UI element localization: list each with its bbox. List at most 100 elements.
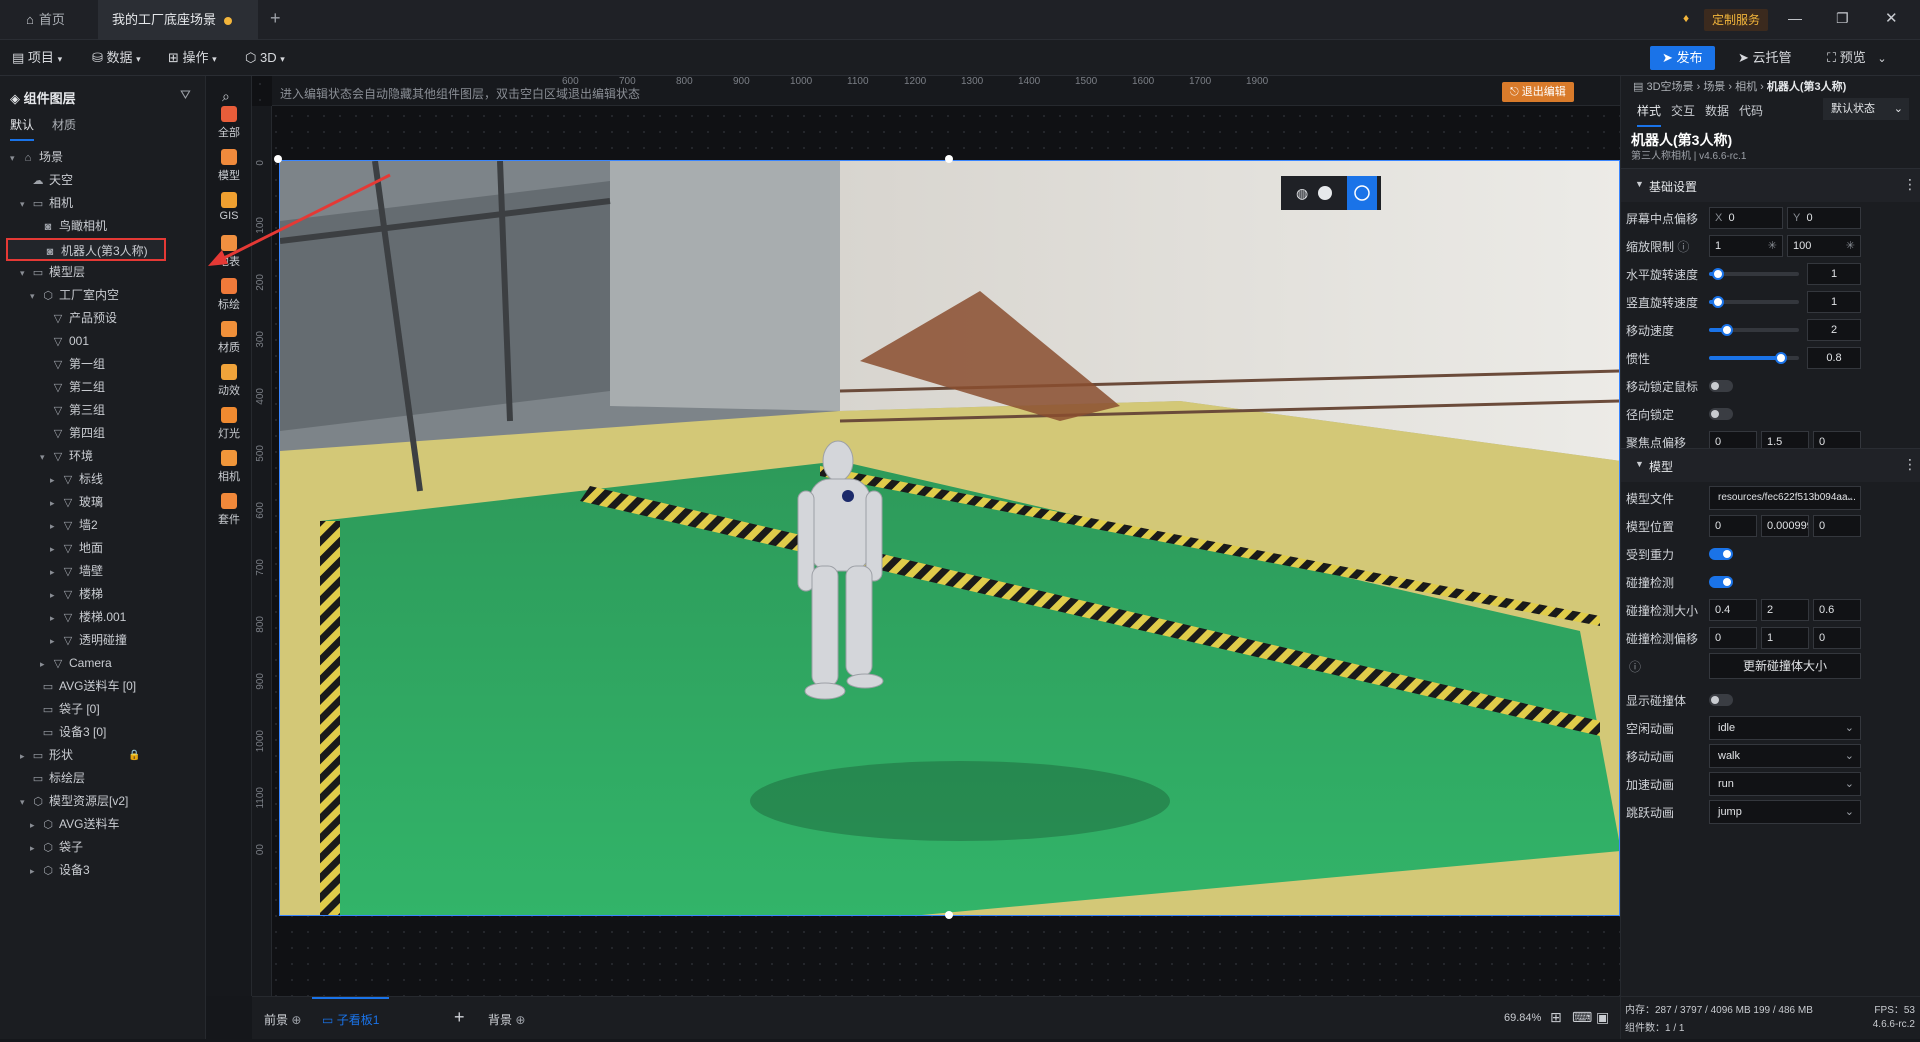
tab-data[interactable]: 数据 [1705,102,1729,119]
tool-0[interactable]: 全部 [206,106,252,140]
tree-item[interactable]: ▾ ⬡ 模型资源层[v2] [0,790,206,813]
model-pos-y[interactable]: 0.0009999 [1761,515,1809,537]
collision-offset-z[interactable]: 0 [1813,627,1861,649]
globe-icon[interactable]: ◍ [1296,185,1308,201]
breadcrumb-item[interactable]: 场景 [1703,81,1725,93]
menu-data[interactable]: ⛁ 数据 ▾ [92,40,141,76]
radial-lock-toggle[interactable] [1709,408,1733,420]
tree-item[interactable]: ▾ ▭ 模型层 [0,261,206,284]
sphere-icon[interactable] [1318,186,1332,200]
caret-icon[interactable]: ▸ [20,745,30,768]
caret-icon[interactable]: ▸ [50,538,60,561]
caret-icon[interactable]: ▾ [30,285,40,308]
tree-item[interactable]: ▽ 第二组 [0,376,206,399]
tool-7[interactable]: 灯光 [206,407,252,441]
handle-bottom[interactable] [945,911,953,919]
handle-top-left[interactable] [274,155,282,163]
tree-item[interactable]: ▸ ⬡ 袋子 [0,836,206,859]
zoom-limit-min[interactable]: 1 ✳ [1709,235,1783,257]
breadcrumb-item[interactable]: 相机 [1735,81,1757,93]
tab-default[interactable]: 默认 [10,116,35,141]
background-tab[interactable]: 背景 ⊕ [488,1011,525,1028]
tab-home[interactable]: ⌂ 首页 [12,0,79,40]
caret-icon[interactable]: ▸ [50,561,60,584]
section-basic[interactable]: ▼ 基础设置 ⋮ [1621,168,1920,202]
custom-service-button[interactable]: 定制服务 [1704,9,1769,31]
tree-item[interactable]: ▽ 001 [0,330,206,353]
tool-9[interactable]: 套件 [206,493,252,527]
tree-item[interactable]: ▸ ⬡ 设备3 [0,859,206,882]
preview-button[interactable]: ⛶ 预览 ⌄ [1827,40,1887,76]
accel-anim-select[interactable]: run ⌄ [1709,772,1861,796]
subpanel-tab[interactable]: ▭ 子看板1 [312,997,390,1040]
tree-item[interactable]: ▽ 第四组 [0,422,206,445]
publish-button[interactable]: ➤ 发布 [1650,46,1715,70]
idle-anim-select[interactable]: idle ⌄ [1709,716,1861,740]
more-icon[interactable]: ⋮ [1903,456,1917,473]
move-anim-select[interactable]: walk ⌄ [1709,744,1861,768]
caret-icon[interactable]: ▸ [50,515,60,538]
exit-edit-button[interactable]: ⎋ 退出编辑 [1502,82,1574,102]
lock-icon[interactable]: 🔒 [128,744,140,767]
tree-item[interactable]: ▽ 第一组 [0,353,206,376]
tree-item[interactable]: ▽ 第三组 [0,399,206,422]
jump-anim-select[interactable]: jump ⌄ [1709,800,1861,824]
help-icon[interactable]: ⓘ [1677,240,1689,254]
slider-knob[interactable] [1721,324,1733,336]
h-rot-speed-slider[interactable] [1709,268,1799,280]
caret-icon[interactable]: ▸ [50,630,60,653]
keyboard-icon[interactable]: ⌨ [1572,1009,1592,1026]
caret-icon[interactable]: ▸ [50,469,60,492]
tree-item[interactable]: ▭ 袋子 [0] [0,698,206,721]
menu-3d[interactable]: ⬡ 3D ▾ [245,40,285,76]
tree-item[interactable]: ◙ 鸟瞰相机 [0,215,206,238]
terminal-icon[interactable]: ▣ [1596,1009,1609,1026]
gravity-toggle[interactable] [1709,548,1733,560]
collision-offset-y[interactable]: 1 [1761,627,1809,649]
handle-top[interactable] [945,155,953,163]
slider-knob[interactable] [1775,352,1787,364]
v-rot-speed-input[interactable]: 1 [1807,291,1861,313]
tree-item[interactable]: ◙ 机器人(第3人称) [6,238,166,261]
tree-item[interactable]: ▸ ▽ 楼梯 [0,583,206,606]
tree-item[interactable]: ▸ ▽ 地面 [0,537,206,560]
tree-item[interactable]: ▭ 标绘层 [0,767,206,790]
tree-item[interactable]: ▽ 产品预设 [0,307,206,330]
update-collider-button[interactable]: 更新碰撞体大小 [1709,653,1861,679]
tree-item[interactable]: ▸ ⬡ AVG送料车 [0,813,206,836]
zoom-limit-max[interactable]: 100 ✳ [1787,235,1861,257]
caret-icon[interactable]: ▸ [30,837,40,860]
filter-icon[interactable]: ⛛ [180,87,191,103]
more-icon[interactable]: ⋮ [1903,176,1917,193]
add-circle-icon[interactable]: ⊕ [291,1013,301,1027]
tree-item[interactable]: ▸ ▽ Camera [0,652,206,675]
move-speed-input[interactable]: 2 [1807,319,1861,341]
tree-item[interactable]: ▾ ▭ 相机 [0,192,206,215]
caret-icon[interactable]: ▸ [50,584,60,607]
fit-icon[interactable]: ⊞ [1550,1009,1562,1026]
model-pos-x[interactable]: 0 [1709,515,1757,537]
tree-item[interactable]: ▾ ⌂ 场景 [0,146,206,169]
collision-size-x[interactable]: 0.4 [1709,599,1757,621]
tree-item[interactable]: ▸ ▽ 玻璃 [0,491,206,514]
tool-4[interactable]: 标绘 [206,278,252,312]
close-icon[interactable]: ✕ [1885,9,1898,27]
tree-item[interactable]: ▭ 设备3 [0] [0,721,206,744]
screen-offset-x[interactable]: X 0 [1709,207,1783,229]
collision-size-y[interactable]: 2 [1761,599,1809,621]
h-rot-speed-input[interactable]: 1 [1807,263,1861,285]
tree-item[interactable]: ▸ ▽ 墙壁 [0,560,206,583]
caret-icon[interactable]: ▸ [50,607,60,630]
model-pos-z[interactable]: 0 [1813,515,1861,537]
caret-icon[interactable]: ▾ [20,193,30,216]
caret-icon[interactable]: ▾ [20,791,30,814]
tree-item[interactable]: ▸ ▽ 标线 [0,468,206,491]
caret-icon[interactable]: ▸ [50,492,60,515]
inertia-input[interactable]: 0.8 [1807,347,1861,369]
caret-icon[interactable]: ▸ [40,653,50,676]
new-tab-button[interactable]: + [270,8,281,29]
tree-item[interactable]: ▸ ▭ 形状 🔒 [0,744,206,767]
caret-icon[interactable]: ▸ [30,860,40,883]
tree-item[interactable]: ▸ ▽ 透明碰撞 [0,629,206,652]
collision-toggle[interactable] [1709,576,1733,588]
